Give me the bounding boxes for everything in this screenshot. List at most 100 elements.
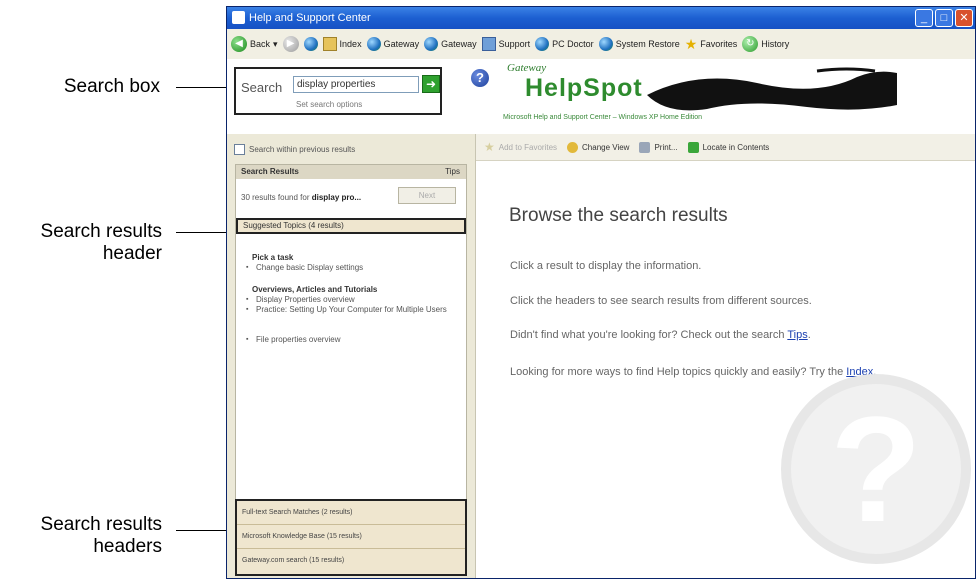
maximize-button[interactable]: □ bbox=[935, 9, 953, 27]
result-link-text[interactable]: File properties overview bbox=[246, 335, 456, 345]
title-bar: Help and Support Center _ □ ✕ bbox=[227, 7, 975, 29]
browse-title: Browse the search results bbox=[509, 205, 728, 226]
checkbox-label: Search within previous results bbox=[249, 145, 356, 154]
back-button[interactable]: ◀ Back ▾ bbox=[231, 36, 278, 52]
forward-button[interactable]: ▶ bbox=[282, 36, 299, 52]
locate-label: Locate in Contents bbox=[702, 142, 770, 152]
help-app-icon bbox=[232, 11, 245, 24]
toolbar-item-gateway-2[interactable]: Gateway bbox=[424, 37, 477, 51]
search-go-button[interactable]: ➜ bbox=[422, 75, 440, 93]
home-button[interactable] bbox=[303, 37, 318, 51]
result-link-text[interactable]: Change basic Display settings bbox=[246, 263, 456, 273]
callout-line2: headers bbox=[93, 536, 162, 557]
toolbar-item-label: Gateway bbox=[441, 39, 477, 49]
printer-icon bbox=[639, 141, 651, 153]
suggested-topics-header[interactable]: Suggested Topics (4 results) bbox=[236, 218, 466, 234]
history-clock-icon: ↻ bbox=[742, 36, 759, 52]
window-title: Help and Support Center bbox=[249, 12, 371, 24]
search-results-headers: Full-text Search Matches (2 results) Mic… bbox=[235, 499, 467, 576]
globe-icon bbox=[598, 37, 613, 51]
locate-icon bbox=[687, 141, 699, 153]
window-controls: _ □ ✕ bbox=[915, 9, 973, 27]
globe-icon bbox=[366, 37, 381, 51]
instruction-text: Click the headers to see search results … bbox=[510, 295, 812, 307]
print-label: Print... bbox=[654, 142, 678, 152]
globe-icon bbox=[424, 37, 439, 51]
group-title-overviews: Overviews, Articles and Tutorials bbox=[252, 285, 378, 294]
tips-link[interactable]: Tips bbox=[445, 167, 460, 176]
search-input[interactable] bbox=[293, 76, 419, 93]
results-found-query: display pro... bbox=[311, 193, 362, 202]
results-header-knowledge-base[interactable]: Microsoft Knowledge Base (15 results) bbox=[237, 525, 465, 549]
set-search-options-link[interactable]: Set search options bbox=[296, 100, 362, 109]
add-to-favorites-button[interactable]: ★ Add to Favorites bbox=[484, 140, 557, 154]
callout-search-results-header: Search results header bbox=[0, 221, 162, 265]
results-found-prefix: 30 results found for bbox=[241, 193, 312, 202]
results-header-full-text[interactable]: Full-text Search Matches (2 results) bbox=[237, 501, 465, 525]
close-button[interactable]: ✕ bbox=[955, 9, 973, 27]
result-link-text[interactable]: Display Properties overview bbox=[246, 295, 456, 305]
star-icon: ★ bbox=[484, 140, 495, 154]
header-band: Search ➜ Set search options ? Gateway He… bbox=[227, 59, 975, 134]
content-toolbar: ★ Add to Favorites Change View Print... … bbox=[476, 134, 975, 161]
toolbar-item-support[interactable]: Support bbox=[481, 37, 531, 51]
search-label: Search bbox=[241, 80, 283, 95]
tips-end: . bbox=[807, 329, 811, 341]
index-label: Index bbox=[339, 39, 362, 49]
brand-subtitle: Microsoft Help and Support Center – Wind… bbox=[503, 114, 703, 121]
brand-gateway: Gateway bbox=[507, 62, 547, 74]
result-link[interactable]: Change basic Display settings bbox=[246, 263, 456, 273]
result-link[interactable]: File properties overview bbox=[246, 335, 456, 345]
search-previous-results-checkbox[interactable]: Search within previous results bbox=[234, 144, 355, 155]
search-box: Search ➜ Set search options bbox=[234, 67, 442, 115]
minimize-button[interactable]: _ bbox=[915, 9, 933, 27]
right-pane: ★ Add to Favorites Change View Print... … bbox=[475, 134, 975, 578]
tips-text: Didn't find what you're looking for? Che… bbox=[510, 329, 788, 341]
group-title-pick-task: Pick a task bbox=[252, 253, 294, 262]
back-dropdown-icon[interactable]: ▾ bbox=[273, 39, 278, 50]
callout-search-box: Search box bbox=[63, 76, 160, 97]
history-button[interactable]: ↻ History bbox=[742, 36, 789, 52]
question-mark-watermark-icon: ? bbox=[781, 374, 971, 564]
index-icon bbox=[322, 37, 337, 51]
locate-in-contents-button[interactable]: Locate in Contents bbox=[687, 141, 770, 153]
result-link[interactable]: Display Properties overview bbox=[246, 295, 456, 305]
result-link[interactable]: Practice: Setting Up Your Computer for M… bbox=[246, 305, 456, 315]
results-found-text: 30 results found for display pro... bbox=[241, 193, 361, 202]
tips-link[interactable]: Tips bbox=[787, 329, 807, 341]
help-question-icon: ? bbox=[471, 69, 489, 87]
toolbar-item-label: PC Doctor bbox=[552, 39, 594, 49]
left-pane: Search within previous results Search Re… bbox=[227, 134, 475, 578]
index-button[interactable]: Index bbox=[322, 37, 362, 51]
result-link-text[interactable]: Practice: Setting Up Your Computer for M… bbox=[246, 305, 456, 315]
favorites-label: Favorites bbox=[700, 39, 738, 49]
add-to-favorites-label: Add to Favorites bbox=[498, 142, 558, 152]
callout-search-results-headers: Search results headers bbox=[0, 514, 162, 558]
globe-icon bbox=[535, 37, 550, 51]
favorites-button[interactable]: ★ Favorites bbox=[685, 37, 738, 51]
instruction-text: Didn't find what you're looking for? Che… bbox=[510, 328, 940, 343]
checkbox-box[interactable] bbox=[234, 144, 245, 155]
star-icon: ★ bbox=[684, 36, 698, 52]
index-text: Looking for more ways to find Help topic… bbox=[510, 366, 847, 378]
next-button[interactable]: Next bbox=[398, 187, 456, 204]
callout-line2: header bbox=[102, 243, 162, 264]
forward-arrow-icon: ▶ bbox=[282, 36, 299, 52]
print-button[interactable]: Print... bbox=[639, 141, 678, 153]
toolbar-item-gateway-1[interactable]: Gateway bbox=[366, 37, 420, 51]
callout-line1: Search results bbox=[40, 221, 162, 242]
home-icon bbox=[303, 37, 318, 51]
toolbar-item-pc-doctor[interactable]: PC Doctor bbox=[535, 37, 594, 51]
main-toolbar: ◀ Back ▾ ▶ Index Gateway Gateway Support bbox=[227, 29, 975, 60]
toolbar-item-system-restore[interactable]: System Restore bbox=[598, 37, 680, 51]
history-label: History bbox=[761, 39, 790, 49]
results-header-gateway[interactable]: Gateway.com search (15 results) bbox=[237, 549, 465, 573]
search-results-panel-header: Search Results Tips bbox=[236, 165, 466, 179]
change-view-button[interactable]: Change View bbox=[567, 141, 629, 153]
toolbar-item-label: Support bbox=[498, 39, 531, 49]
help-support-window: Help and Support Center _ □ ✕ ◀ Back ▾ ▶… bbox=[226, 6, 976, 579]
search-results-title: Search Results bbox=[241, 167, 299, 176]
instruction-text: Click a result to display the informatio… bbox=[510, 260, 702, 272]
back-label: Back bbox=[250, 39, 271, 49]
toolbar-item-label: Gateway bbox=[383, 39, 420, 49]
